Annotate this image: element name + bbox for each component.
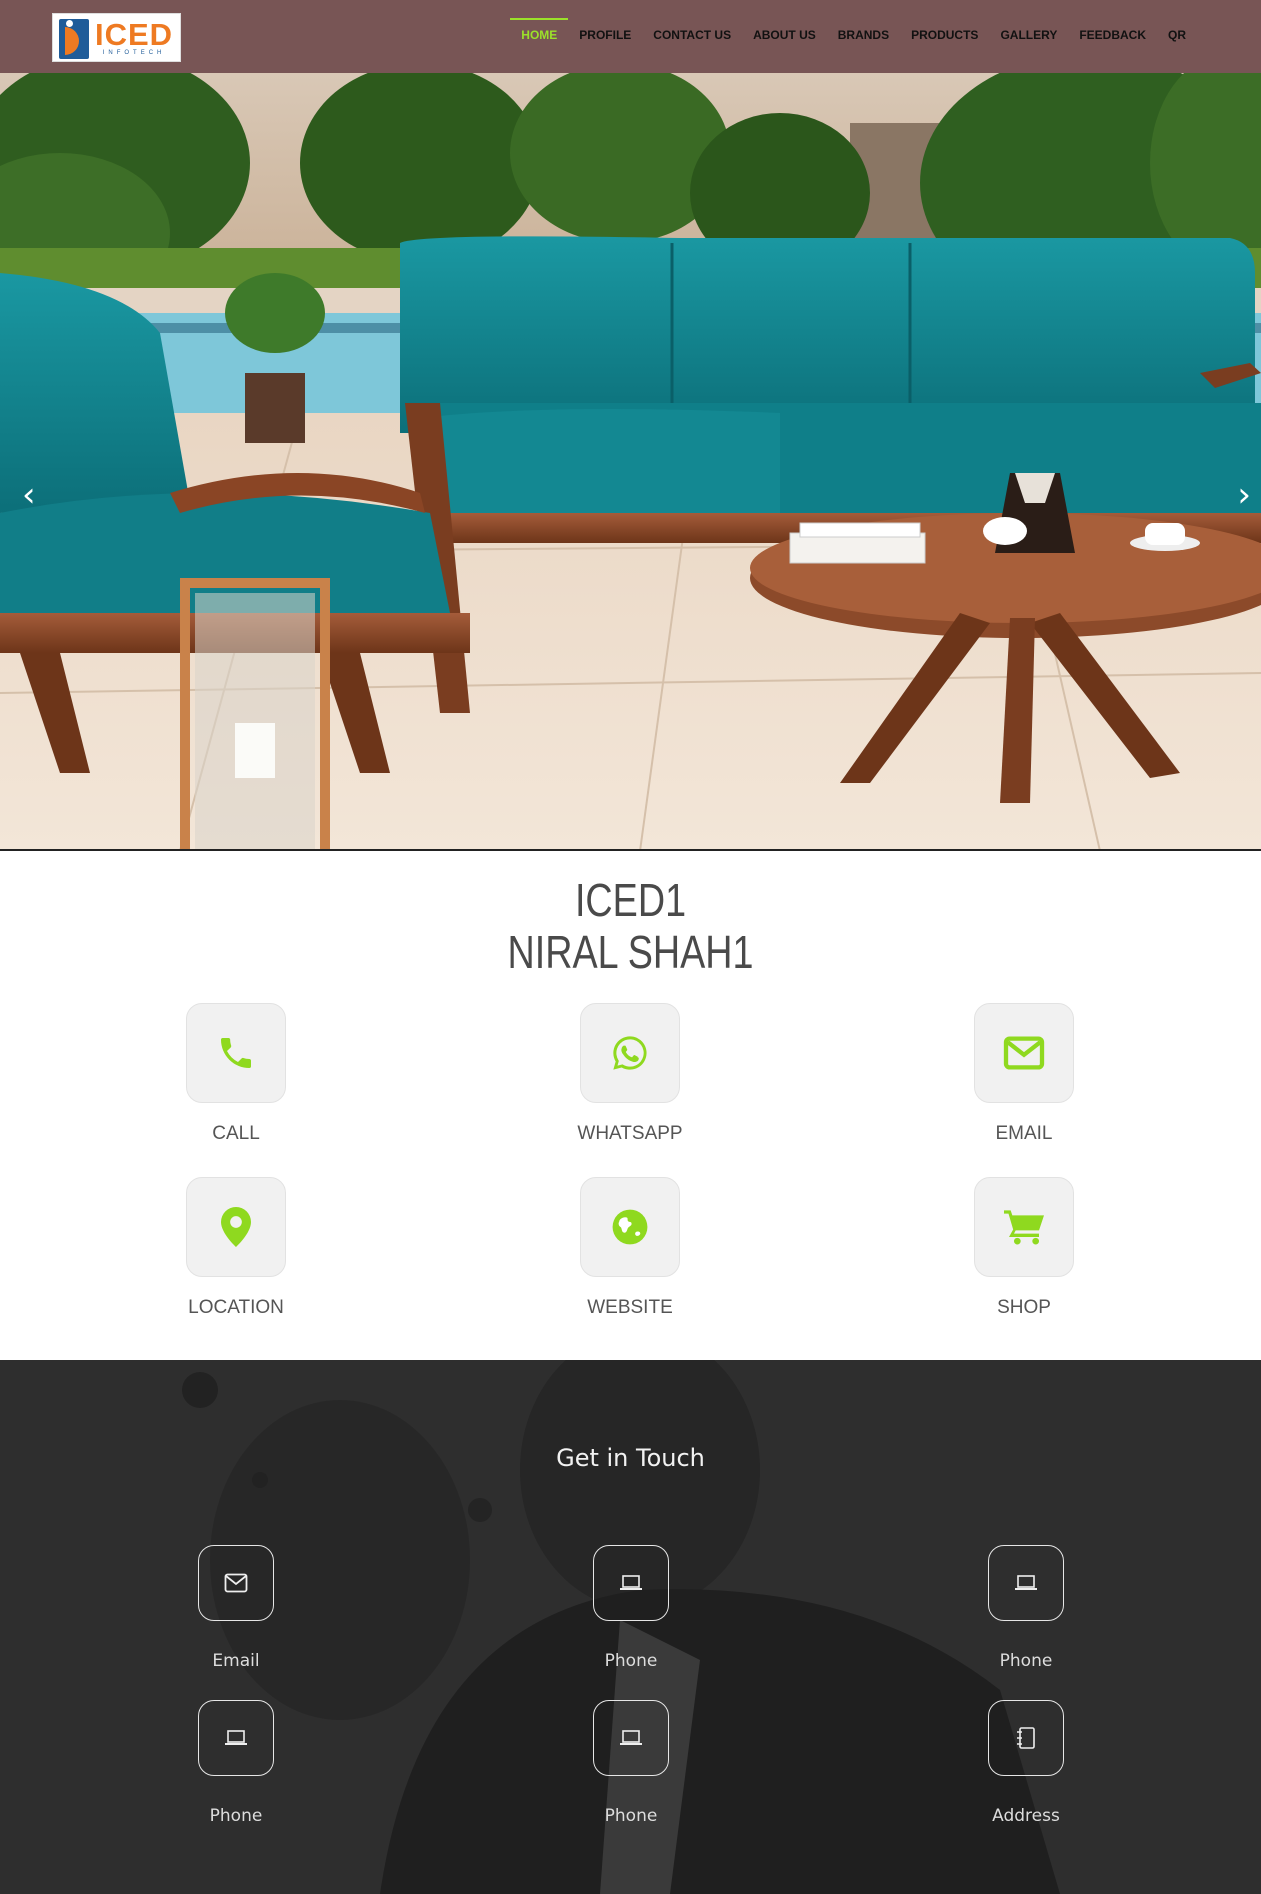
touch-email-label: Email [212, 1651, 260, 1671]
nav-about-us[interactable]: ABOUT US [742, 0, 827, 73]
touch-address[interactable]: Address [926, 1700, 1126, 1826]
hero-image [0, 73, 1261, 849]
company-name: ICED1 [574, 874, 687, 926]
touch-phone-3[interactable]: Phone [136, 1700, 336, 1826]
touch-phone-4[interactable]: Phone [531, 1700, 731, 1826]
action-shop[interactable]: SHOP [914, 1177, 1134, 1319]
action-email[interactable]: EMAIL [914, 1003, 1134, 1145]
action-shop-label: SHOP [997, 1297, 1051, 1318]
nav-gallery[interactable]: GALLERY [989, 0, 1068, 73]
site-header: ICED INFOTECH HOME PROFILE CONTACT US AB… [0, 0, 1261, 73]
action-location-label: LOCATION [188, 1297, 284, 1318]
address-book-icon [1017, 1727, 1035, 1749]
touch-phone-1-label: Phone [604, 1651, 658, 1671]
laptop-icon [225, 1730, 247, 1745]
nav-products[interactable]: PRODUCTS [900, 0, 989, 73]
action-call[interactable]: CALL [126, 1003, 346, 1145]
get-in-touch-section: Get in Touch Email Phone Phone Phone Pho… [0, 1360, 1261, 1894]
action-call-label: CALL [212, 1123, 260, 1144]
touch-phone-4-label: Phone [604, 1806, 658, 1826]
nav-contact-us[interactable]: CONTACT US [642, 0, 742, 73]
person-name: NIRAL SHAH1 [507, 926, 754, 978]
whatsapp-icon [613, 1036, 647, 1070]
laptop-icon [620, 1730, 642, 1745]
touch-phone-1[interactable]: Phone [531, 1545, 731, 1671]
action-website-label: WEBSITE [587, 1297, 673, 1318]
carousel-next-icon[interactable]: › [1237, 475, 1251, 515]
laptop-icon [1015, 1575, 1037, 1590]
map-pin-icon [221, 1207, 251, 1247]
profile-heading: ICED1 NIRAL SHAH1 [0, 874, 1261, 978]
nav-profile[interactable]: PROFILE [568, 0, 642, 73]
cart-icon [1004, 1210, 1044, 1245]
globe-icon [612, 1209, 648, 1245]
phone-icon [221, 1038, 251, 1068]
touch-phone-2-label: Phone [999, 1651, 1053, 1671]
touch-email[interactable]: Email [136, 1545, 336, 1671]
carousel-prev-icon[interactable]: ‹ [22, 475, 36, 515]
logo-subtext: INFOTECH [102, 50, 166, 56]
brand-logo[interactable]: ICED INFOTECH [52, 13, 181, 62]
nav-feedback[interactable]: FEEDBACK [1068, 0, 1157, 73]
hero-carousel: ‹ › [0, 73, 1261, 851]
nav-brands[interactable]: BRANDS [827, 0, 900, 73]
touch-phone-2[interactable]: Phone [926, 1545, 1126, 1671]
main-nav: HOME PROFILE CONTACT US ABOUT US BRANDS … [510, 0, 1197, 73]
action-website[interactable]: WEBSITE [520, 1177, 740, 1319]
laptop-icon [620, 1575, 642, 1590]
nav-qr[interactable]: QR [1157, 0, 1197, 73]
get-in-touch-title: Get in Touch [556, 1444, 705, 1472]
touch-address-label: Address [992, 1806, 1060, 1826]
nav-home[interactable]: HOME [510, 0, 569, 73]
action-email-label: EMAIL [995, 1123, 1053, 1144]
logo-mark-icon [57, 17, 91, 59]
action-whatsapp-label: WHATSAPP [577, 1123, 683, 1144]
action-whatsapp[interactable]: WHATSAPP [520, 1003, 740, 1145]
envelope-icon [1003, 1036, 1045, 1070]
action-location[interactable]: LOCATION [126, 1177, 346, 1319]
touch-phone-3-label: Phone [209, 1806, 263, 1826]
logo-text: ICED [95, 17, 174, 52]
envelope-icon [224, 1573, 248, 1593]
